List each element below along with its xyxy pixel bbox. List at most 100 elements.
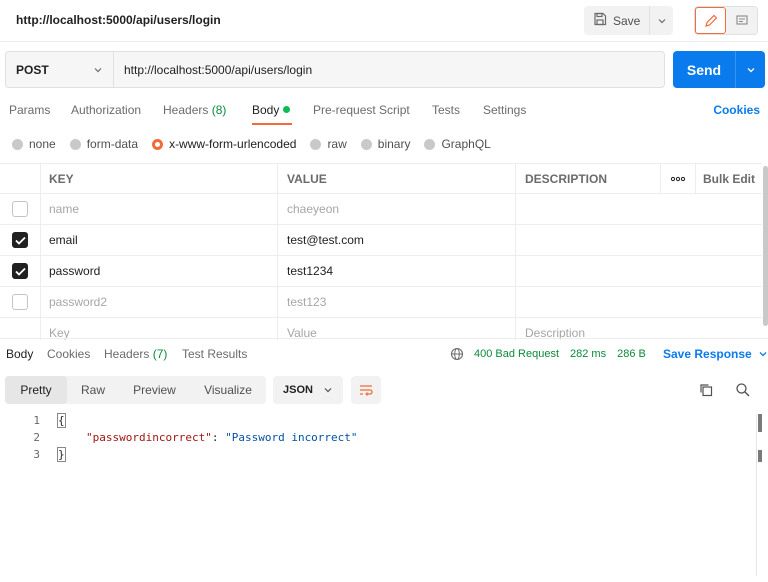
url-input[interactable]: http://localhost:5000/api/users/login [113,51,665,88]
view-raw-button[interactable]: Raw [67,376,119,404]
view-visualize-button[interactable]: Visualize [190,376,266,404]
search-icon [736,383,750,397]
row-key[interactable]: email [40,225,277,255]
row-checkbox[interactable] [12,294,28,310]
response-tab-body[interactable]: Body [6,347,33,361]
new-description-input[interactable]: Description [515,318,660,340]
wrap-lines-icon [360,385,373,396]
row-description[interactable] [515,256,660,286]
format-select[interactable]: JSON [273,376,343,404]
save-button[interactable]: Save [584,6,651,35]
row-description[interactable] [515,194,660,224]
scrollbar-thumb[interactable] [758,414,762,432]
chevron-down-icon [759,352,767,357]
active-tab-underline [252,123,292,125]
row-description[interactable] [515,225,660,255]
line-number: 3 [33,448,40,461]
table-row: name chaeyeon [0,194,762,225]
cookies-link[interactable]: Cookies [713,103,760,117]
tab-tests[interactable]: Tests [432,103,460,117]
row-checkbox-cell [0,256,40,286]
body-params-table: KEY VALUE DESCRIPTION Bulk Edit name cha… [0,163,762,340]
request-scrollbar[interactable] [763,166,768,326]
radio-binary[interactable]: binary [360,137,411,151]
send-dropdown-button[interactable] [735,51,765,88]
tab-params[interactable]: Params [9,103,50,117]
tab-pre-request-script[interactable]: Pre-request Script [313,103,410,117]
tab-settings[interactable]: Settings [483,103,526,117]
chevron-down-icon [94,67,102,72]
response-tab-headers[interactable]: Headers (7) [104,347,167,361]
row-checkbox-cell [0,318,40,340]
body-type-radio-group: none form-data x-www-form-urlencoded raw… [12,136,505,152]
response-tab-test-results[interactable]: Test Results [182,347,247,361]
row-value[interactable]: test@test.com [277,225,515,255]
row-checkbox[interactable] [12,263,28,279]
radio-label: form-data [86,137,139,151]
response-scrollbar[interactable] [756,414,762,576]
row-key[interactable]: name [40,194,277,224]
row-value[interactable]: test1234 [277,256,515,286]
radio-raw[interactable]: raw [310,137,347,151]
save-response-button[interactable]: Save Response [663,347,768,361]
new-param-row: Key Value Description [0,318,762,340]
tab-body[interactable]: Body [252,103,291,117]
copy-icon [700,384,713,397]
row-checkbox[interactable] [12,201,28,217]
chevron-down-icon [658,18,666,23]
json-key: "passwordincorrect" [86,431,212,444]
search-response-button[interactable] [734,381,752,399]
radio-form-data[interactable]: form-data [69,137,139,151]
line-number: 1 [33,414,40,427]
row-value[interactable]: test123 [277,287,515,317]
globe-icon[interactable] [450,347,464,361]
copy-response-button[interactable] [697,381,715,399]
format-label: JSON [283,384,313,396]
response-size[interactable]: 286 B [617,348,646,360]
comment-mode-button[interactable] [726,7,757,34]
status-code[interactable]: 400 Bad Request [474,348,559,360]
radio-label: binary [377,137,411,151]
new-key-input[interactable]: Key [40,318,277,340]
view-preview-button[interactable]: Preview [119,376,190,404]
request-header-bar: http://localhost:5000/api/users/login Sa… [0,0,768,42]
response-body-editor[interactable]: 1 { 2 "passwordincorrect": "Password inc… [0,413,750,465]
tab-body-label: Body [252,103,280,117]
code-line: 1 { [0,413,750,431]
bulk-edit-button[interactable]: Bulk Edit [695,164,762,193]
view-pretty-button[interactable]: Pretty [5,376,67,404]
send-group: Send [673,51,765,88]
method-label: POST [16,62,49,77]
more-horizontal-icon [670,176,686,181]
tab-headers[interactable]: Headers (8) [163,103,226,117]
code-line: 3 } [0,447,750,465]
row-description[interactable] [515,287,660,317]
save-dropdown-button[interactable] [650,6,673,35]
radio-none[interactable]: none [12,137,56,151]
table-row: password2 test123 [0,287,762,318]
row-checkbox-cell [0,194,40,224]
radio-label: raw [327,137,347,151]
tab-authorization[interactable]: Authorization [71,103,141,117]
wrap-lines-button[interactable] [351,376,381,404]
row-key[interactable]: password2 [40,287,277,317]
radio-x-www-form-urlencoded[interactable]: x-www-form-urlencoded [152,137,296,151]
new-value-input[interactable]: Value [277,318,515,340]
comment-icon [735,14,748,25]
response-time[interactable]: 282 ms [570,348,606,360]
response-tab-cookies[interactable]: Cookies [47,347,90,361]
radio-graphql[interactable]: GraphQL [424,137,491,151]
header-checkbox-cell [0,164,40,193]
row-key[interactable]: password [40,256,277,286]
request-title[interactable]: http://localhost:5000/api/users/login [16,13,221,27]
row-value[interactable]: chaeyeon [277,194,515,224]
row-checkbox[interactable] [12,232,28,248]
header-description: DESCRIPTION [515,164,660,193]
radio-label: GraphQL [441,137,491,151]
table-header-row: KEY VALUE DESCRIPTION Bulk Edit [0,164,762,194]
more-options-button[interactable] [660,164,695,193]
edit-mode-button[interactable] [695,7,726,34]
method-select[interactable]: POST [5,51,113,88]
header-key: KEY [40,164,277,193]
send-button[interactable]: Send [673,51,735,88]
